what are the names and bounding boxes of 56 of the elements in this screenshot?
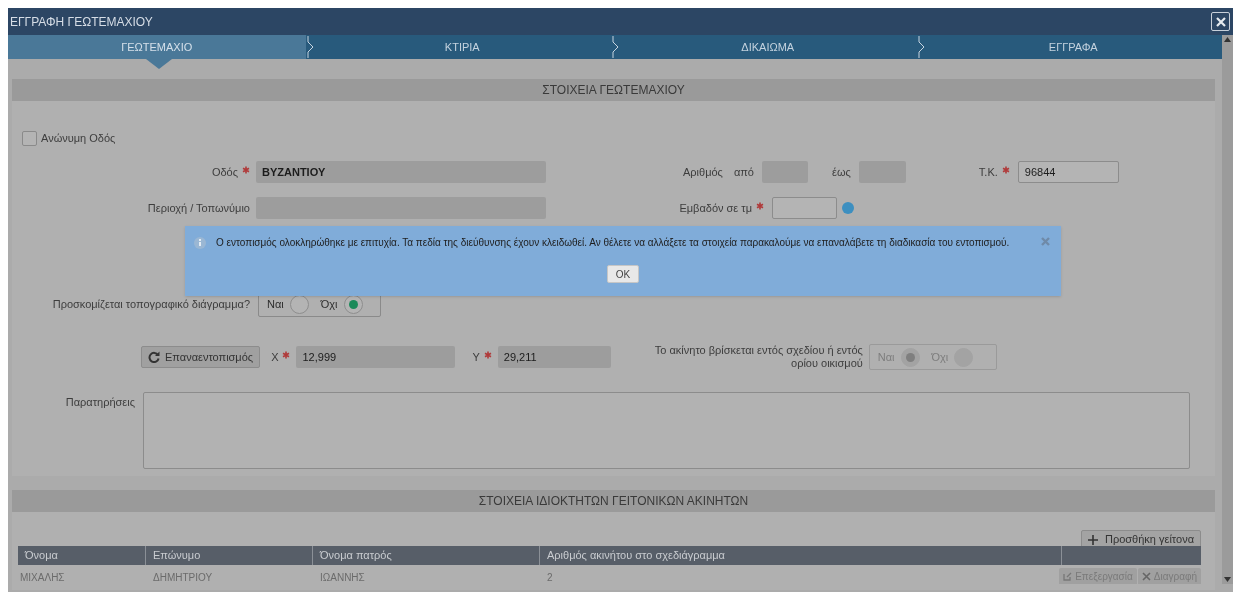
refresh-icon	[148, 351, 160, 363]
column-header: Επώνυμο	[146, 546, 313, 565]
close-button[interactable]	[1211, 12, 1230, 31]
field-label: Το ακίνητο βρίσκεται εντός σχεδίου ή εντός ορίου οικισμού	[653, 344, 863, 370]
close-icon	[1141, 571, 1151, 581]
section-title: ΣΤΟΙΧΕΙΑ ΙΔΙΟΚΤΗΤΩΝ ΓΕΙΤΟΝΙΚΩΝ ΑΚΙΝΗΤΩΝ	[478, 493, 749, 510]
scrollbar[interactable]	[1222, 35, 1233, 584]
tab-pointer	[146, 59, 172, 69]
tab[interactable]: ΔΙΚΑΙΩΜΑ	[619, 35, 917, 59]
input-field[interactable]	[772, 197, 837, 219]
table-cell-text: ΙΩΑΝΝΗΣ	[319, 571, 366, 584]
alert-message: Ο εντοπισμός ολοκληρώθηκε με επιτυχία. Τα πεδία της διεύθυνσης έχουν κλειδωθεί. Αν θέλετε να αλλάξετε τα στοιχεία παρακαλούμε να επαναλάβετε τη διαδικασία του εντοπισμού.	[216, 236, 1010, 250]
notes-field[interactable]	[143, 392, 1190, 469]
chevron-icon	[611, 35, 619, 59]
input-field[interactable]: 96844	[1017, 161, 1119, 183]
chevron-icon	[305, 35, 314, 59]
column-header: Αριθμός ακινήτου στο σχεδιάγραμμα	[540, 546, 1062, 565]
field-label: Ανώνυμη Οδός	[41, 130, 116, 146]
section-title: ΣΤΟΙΧΕΙΑ ΓΕΩΤΕΜΑΧΙΟΥ	[542, 82, 685, 99]
chevron-icon	[916, 35, 925, 59]
relocate-button[interactable]: Επαναεντοπισμός	[141, 346, 261, 368]
scroll-down-icon[interactable]	[1224, 577, 1231, 582]
input-field[interactable]: 29,211	[497, 346, 611, 368]
tab[interactable]: ΚΤΙΡΙΑ	[313, 35, 611, 59]
field-label: από	[733, 164, 754, 180]
field-label: Εμβαδόν σε τμ	[679, 200, 752, 216]
field-label: Παρατηρήσεις	[65, 395, 135, 410]
column-header: Όνομα πατρός	[313, 546, 540, 565]
radio-label: Όχι	[320, 296, 338, 312]
close-icon	[1214, 15, 1227, 28]
info-icon	[194, 236, 206, 249]
ok-button[interactable]: OK	[606, 265, 640, 283]
table-cell-text: ΔΗΜΗΤΡΙΟΥ	[152, 571, 214, 584]
column-header: Όνομα	[18, 546, 146, 565]
close-icon[interactable]	[1041, 237, 1050, 246]
field-label: έως	[832, 164, 851, 180]
tab[interactable]: ΓΕΩΤΕΜΑΧΙΟ	[8, 35, 306, 59]
field-label: Y	[472, 349, 480, 365]
field-label: Αριθμός	[683, 164, 723, 180]
table-cell-text: ΜΙΧΑΛΗΣ	[19, 571, 66, 584]
input-field[interactable]: ΒΥΖΑΝΤΙΟΥ	[256, 161, 546, 183]
field-label: Οδός	[211, 164, 238, 180]
edit-icon	[1063, 571, 1073, 581]
table-cell-text: 2	[546, 571, 554, 584]
field-label: Τ.Κ.	[978, 164, 998, 180]
field-label: Προσκομίζεται τοπογραφικό διάγραμμα?	[52, 296, 250, 312]
scroll-up-icon[interactable]	[1224, 37, 1231, 42]
info-icon	[842, 202, 854, 214]
plus-icon	[1087, 534, 1098, 545]
checkbox[interactable]	[22, 130, 37, 146]
radio-label: Ναι	[267, 296, 284, 312]
field-label: X	[271, 349, 279, 365]
field-label: Περιοχή / Τοπωνύμιο	[147, 200, 250, 216]
window-title: ΕΓΓΡΑΦΗ ΓΕΩΤΕΜΑΧΙΟΥ	[10, 13, 153, 31]
input-field[interactable]: 12,999	[296, 346, 456, 368]
tab[interactable]: ΕΓΓΡΑΦΑ	[924, 35, 1222, 59]
